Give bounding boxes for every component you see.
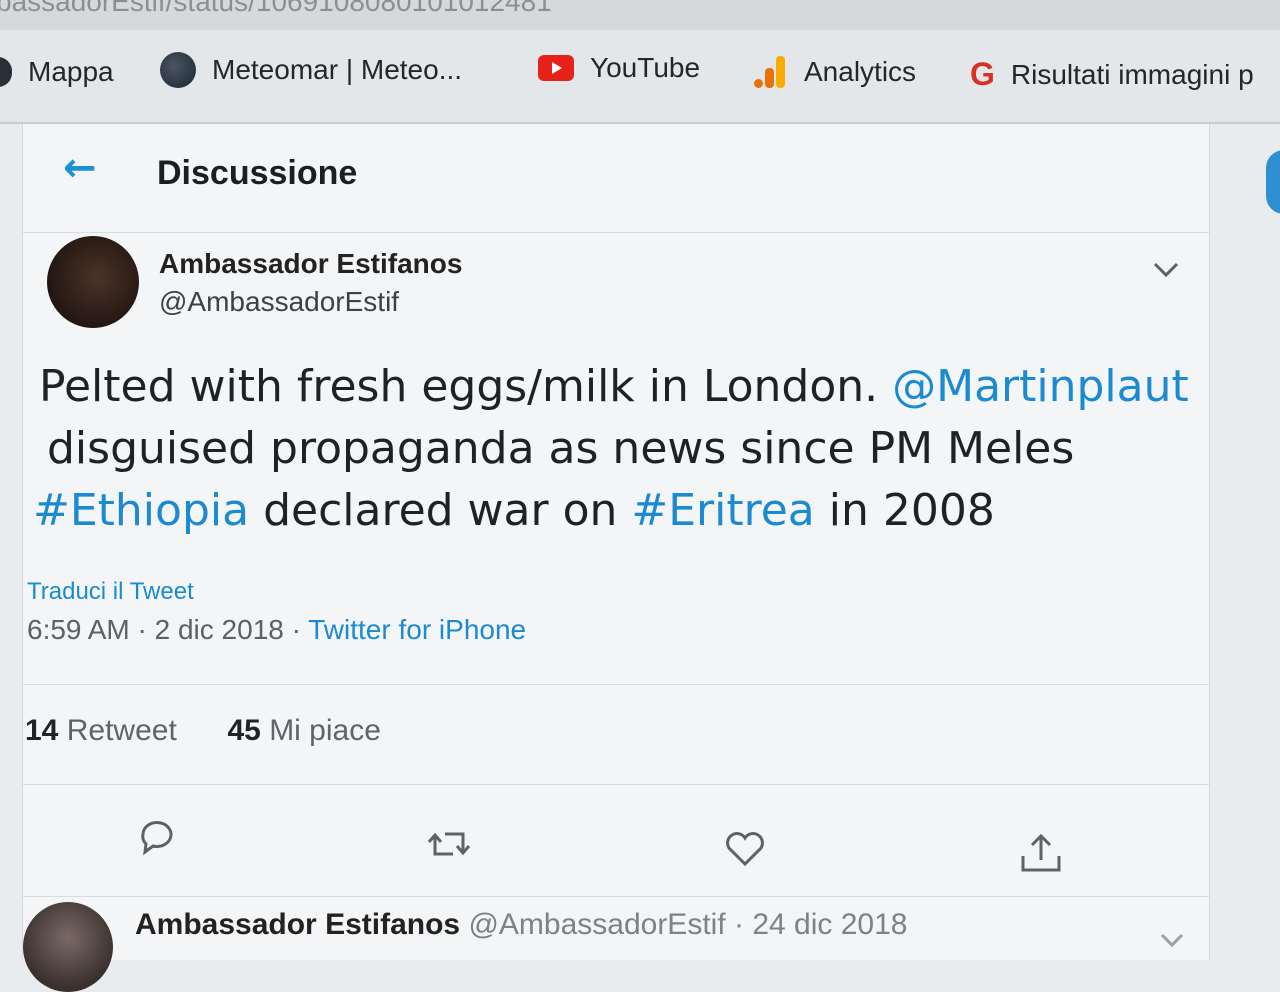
bookmark-mappa[interactable]: Mappa [0,56,114,88]
author-handle[interactable]: @AmbassadorEstif [159,286,399,318]
tweet-date[interactable]: 2 dic 2018 [155,614,284,645]
bookmark-analytics[interactable]: Analytics [752,54,916,90]
author-name[interactable]: Ambassador Estifanos [159,248,462,280]
avatar[interactable] [23,902,113,992]
google-icon: G [970,56,995,92]
retweet-icon[interactable] [427,822,471,866]
like-stat[interactable]: 45 Mi piace [227,714,380,747]
tweet-stats: 14 Retweet 45 Mi piace [25,714,381,748]
reply-icon[interactable] [135,814,179,858]
bookmark-label: Risultati immagini p [1010,58,1254,90]
conversation-header: ← Discussione [23,124,1209,233]
arrow-left-icon[interactable]: ← [63,148,97,188]
divider [23,684,1209,685]
separator: · [734,908,744,941]
globe-icon [160,52,196,88]
map-icon [0,57,12,87]
bookmark-label: Analytics [804,56,917,87]
tweet-panel: ← Discussione Ambassador Estifanos @Amba… [22,124,1210,992]
avatar[interactable] [47,236,139,328]
tweet-text-line: in 2008 [814,485,995,536]
separator: · [137,614,147,645]
tweet-text-line: Pelted with fresh eggs/milk in London. [39,361,893,412]
mention-link[interactable]: @Martinplaut [892,361,1189,412]
like-label: Mi piace [269,714,381,747]
tweet-text-line: declared war on [249,485,632,536]
bookmarks-bar: Mappa Meteomar | Meteo... YouTube Analyt… [0,30,1280,124]
tweet-actions [23,814,1209,884]
reply-header: Ambassador Estifanos @AmbassadorEstif · … [135,908,907,942]
reply-date[interactable]: 24 dic 2018 [752,908,907,941]
bookmark-youtube[interactable]: YouTube [538,52,700,84]
tweet-timestamp: 6:59 AM · 2 dic 2018 · Twitter for iPhon… [27,614,526,646]
share-icon[interactable] [1019,832,1063,876]
reply-author-name[interactable]: Ambassador Estifanos [135,908,460,941]
bookmark-label: YouTube [590,52,701,83]
bookmark-meteomar[interactable]: Meteomar | Meteo... [160,52,462,88]
divider [23,784,1209,785]
divider [23,896,1209,897]
like-count: 45 [227,714,261,747]
hashtag-link[interactable]: #Ethiopia [33,485,249,536]
bookmark-label: Meteomar | Meteo... [212,54,463,85]
tweet-text-line: disguised propaganda as news since PM Me… [47,423,1075,474]
reply-author-handle[interactable]: @AmbassadorEstif [468,908,725,941]
address-bar[interactable]: bassadorEstif/status/1069108080101012481 [0,0,1280,30]
youtube-icon [538,55,574,81]
bookmark-label: Mappa [28,56,114,87]
separator: · [291,614,301,645]
tweet-time[interactable]: 6:59 AM [27,614,130,645]
retweet-count: 14 [25,714,59,747]
translate-tweet-link[interactable]: Traduci il Tweet [27,578,194,606]
retweet-stat[interactable]: 14 Retweet [25,714,177,747]
page-title: Discussione [157,154,358,192]
bookmark-google-images[interactable]: G Risultati immagini p [970,56,1254,93]
chevron-down-icon[interactable] [1151,258,1181,282]
like-icon[interactable] [723,826,767,870]
hashtag-link[interactable]: #Eritrea [631,485,814,536]
scroll-top-button[interactable] [1266,150,1280,214]
retweet-label: Retweet [66,714,177,747]
tweet-text: Pelted with fresh eggs/milk in London. @… [33,356,1203,542]
analytics-icon [752,54,788,90]
chevron-down-icon[interactable] [1159,930,1185,950]
tweet-source-link[interactable]: Twitter for iPhone [308,614,526,645]
address-bar-text: bassadorEstif/status/1069108080101012481 [0,0,552,17]
